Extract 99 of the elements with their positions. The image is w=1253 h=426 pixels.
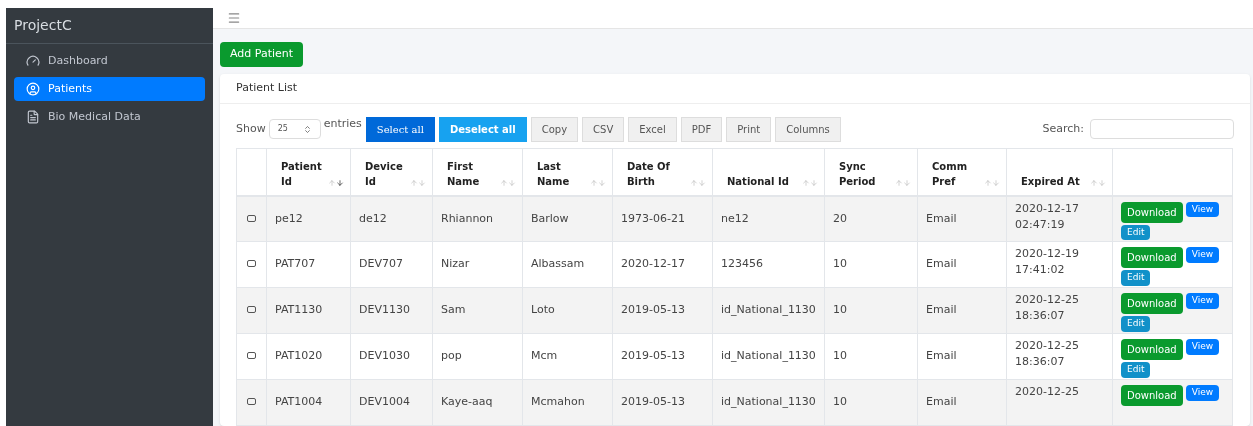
column-header[interactable]: First Name bbox=[432, 148, 523, 196]
row-checkbox[interactable] bbox=[247, 398, 256, 406]
updown-icon bbox=[302, 124, 312, 134]
row-checkbox[interactable] bbox=[247, 352, 256, 360]
table-cell: 2019-05-13 bbox=[621, 395, 685, 409]
table-cell: pe12 bbox=[275, 211, 303, 225]
table-cell: Email bbox=[926, 257, 957, 271]
table-cell: PAT1004 bbox=[275, 395, 323, 409]
table-cell: 10 bbox=[833, 349, 847, 363]
column-header[interactable]: Sync Period bbox=[824, 148, 918, 196]
row-checkbox[interactable] bbox=[247, 214, 256, 222]
table-cell: id_National_1130 bbox=[721, 395, 816, 409]
table-cell: pop bbox=[441, 349, 462, 363]
sidebar-item[interactable]: Patients bbox=[14, 77, 205, 101]
column-header[interactable]: Expired At bbox=[1006, 148, 1113, 196]
document-icon bbox=[26, 110, 40, 124]
download-button[interactable]: Download bbox=[1121, 201, 1183, 223]
table-cell: ne12 bbox=[721, 211, 749, 225]
table-cell-text: 17:41:02 bbox=[1015, 262, 1066, 278]
search-field[interactable] bbox=[1090, 119, 1234, 139]
table-cell-text: 2020-12-19 bbox=[1015, 246, 1080, 262]
entries-select[interactable]: 25 bbox=[268, 119, 321, 139]
table-cell-text: 18:36:07 bbox=[1015, 308, 1066, 324]
table-cell: Kaye-aaq bbox=[441, 395, 493, 409]
table-cell: Email bbox=[926, 395, 957, 409]
table-cell: PAT707 bbox=[275, 257, 316, 271]
export-button[interactable]: Columns bbox=[775, 116, 841, 142]
download-button[interactable]: Download bbox=[1121, 385, 1183, 406]
table-cell: 10 bbox=[833, 303, 847, 317]
table-cell: Sam bbox=[441, 303, 466, 317]
export-button[interactable]: CSV bbox=[582, 116, 625, 142]
view-button[interactable]: View bbox=[1185, 293, 1220, 309]
download-button[interactable]: Download bbox=[1121, 293, 1183, 314]
column-header[interactable]: Patient Id bbox=[266, 148, 351, 196]
sidebar-item[interactable]: Dashboard bbox=[14, 49, 205, 73]
table-cell: DEV707 bbox=[359, 257, 403, 271]
card-title: Patient List bbox=[236, 80, 298, 97]
row-checkbox[interactable] bbox=[247, 306, 256, 314]
view-button[interactable]: View bbox=[1185, 201, 1220, 217]
edit-button[interactable]: Edit bbox=[1121, 224, 1151, 240]
add-patient-button[interactable]: Add Patient bbox=[220, 42, 304, 67]
table-cell: 2019-05-13 bbox=[621, 303, 685, 317]
select-button[interactable]: Select all bbox=[365, 116, 435, 142]
search-label: Search: bbox=[1042, 120, 1084, 137]
table-cell-text: 2020-12-17 bbox=[1015, 200, 1080, 217]
table-cell: 2020-12-17 bbox=[621, 257, 685, 271]
download-button[interactable]: Download bbox=[1121, 247, 1183, 268]
table-cell-text: 2020-12-25 bbox=[1015, 384, 1080, 400]
table-cell: de12 bbox=[359, 211, 387, 225]
export-button[interactable]: PDF bbox=[680, 116, 723, 142]
table-cell: id_National_1130 bbox=[721, 303, 816, 317]
edit-button[interactable]: Edit bbox=[1121, 270, 1151, 286]
edit-button[interactable]: Edit bbox=[1121, 316, 1151, 332]
column-header[interactable]: Device Id bbox=[350, 148, 433, 196]
gauge-icon bbox=[26, 54, 40, 68]
row-checkbox[interactable] bbox=[247, 260, 256, 268]
view-button[interactable]: View bbox=[1185, 247, 1220, 263]
table-cell: DEV1030 bbox=[359, 349, 410, 363]
column-header[interactable]: Last Name bbox=[522, 148, 613, 196]
table-cell: Email bbox=[926, 211, 957, 225]
table-cell: Barlow bbox=[531, 211, 569, 225]
brand-name: ProjectC bbox=[14, 16, 72, 35]
table-cell: 10 bbox=[833, 257, 847, 271]
table-cell: Nizar bbox=[441, 257, 470, 271]
show-label: Show bbox=[236, 120, 266, 137]
column-header[interactable]: National Id bbox=[712, 148, 825, 196]
table-cell: Albassam bbox=[531, 257, 585, 271]
export-button[interactable]: Copy bbox=[530, 116, 579, 142]
view-button[interactable]: View bbox=[1185, 385, 1220, 401]
table-cell-text: 2020-12-25 bbox=[1015, 338, 1080, 354]
table-cell: Mcmahon bbox=[531, 395, 585, 409]
table-cell: Mcm bbox=[531, 349, 558, 363]
table-cell: Loto bbox=[531, 303, 555, 317]
column-header[interactable]: Comm Pref bbox=[917, 148, 1007, 196]
view-button[interactable]: View bbox=[1185, 339, 1220, 355]
table-cell: Email bbox=[926, 349, 957, 363]
table-cell: DEV1130 bbox=[359, 303, 410, 317]
export-button[interactable]: Print bbox=[726, 116, 772, 142]
table-cell: 10 bbox=[833, 395, 847, 409]
table-cell: Rhiannon bbox=[441, 211, 494, 225]
table-cell-text: 2020-12-25 bbox=[1015, 292, 1080, 308]
table-cell: PAT1130 bbox=[275, 303, 323, 317]
export-button[interactable]: Excel bbox=[628, 116, 677, 142]
download-button[interactable]: Download bbox=[1121, 339, 1183, 360]
table-cell: DEV1004 bbox=[359, 395, 410, 409]
user-icon bbox=[26, 82, 40, 96]
entries-label: entries bbox=[323, 116, 362, 132]
table-cell-text: 02:47:19 bbox=[1015, 216, 1066, 233]
table-cell: id_National_1130 bbox=[721, 349, 816, 363]
table-cell: 123456 bbox=[721, 257, 763, 271]
table-cell-text: 18:36:07 bbox=[1015, 354, 1066, 370]
table-cell: PAT1020 bbox=[275, 349, 323, 363]
table-cell: 20 bbox=[833, 211, 847, 225]
table-cell: 2019-05-13 bbox=[621, 349, 685, 363]
edit-button[interactable]: Edit bbox=[1121, 362, 1151, 378]
sidebar-item[interactable]: Bio Medical Data bbox=[14, 105, 205, 129]
table-cell: Email bbox=[926, 303, 957, 317]
table-cell: 1973-06-21 bbox=[621, 211, 685, 225]
column-header[interactable]: Date Of Birth bbox=[612, 148, 713, 196]
